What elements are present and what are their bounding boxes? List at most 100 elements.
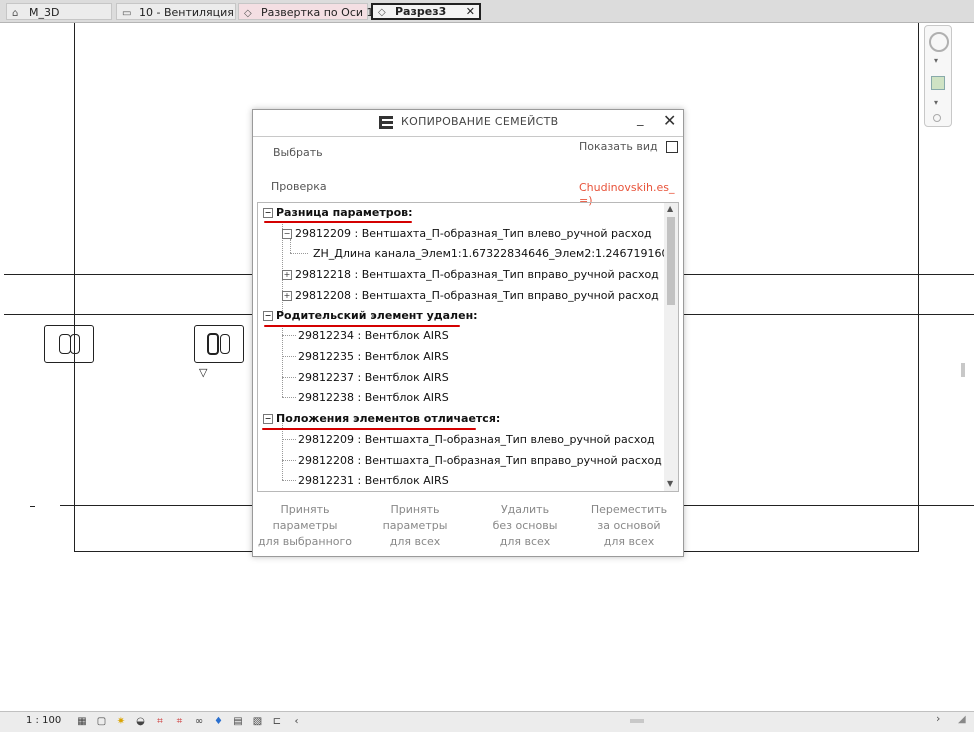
button-label: для выбранного <box>257 535 353 548</box>
results-tree[interactable]: − Разница параметров: −29812209 : Вентшах… <box>257 202 679 492</box>
collapse-icon[interactable]: − <box>263 208 273 218</box>
dialog-title: КОПИРОВАНИЕ СЕМЕЙСТВ <box>401 115 559 128</box>
tree-item-label: 29812235 : Вентблок AIRS <box>298 350 449 363</box>
navigation-bar: ▾ ▾ <box>924 25 952 127</box>
tree-category[interactable]: − Разница параметров: <box>263 203 413 223</box>
sun-path-icon[interactable]: ✷ <box>115 715 127 728</box>
move-with-host-button[interactable]: Переместить за основой для всех <box>579 502 679 550</box>
wall-line <box>918 23 919 551</box>
close-button[interactable]: ✕ <box>663 111 676 130</box>
chevron-left-icon[interactable]: ‹ <box>291 715 303 728</box>
button-label: для всех <box>603 535 655 548</box>
tab-ventilation[interactable]: ▭ 10 - Вентиляция <box>116 3 236 20</box>
tab-section3[interactable]: ◇ Разрез3 ✕ <box>371 3 481 20</box>
dialog-titlebar[interactable]: КОПИРОВАНИЕ СЕМЕЙСТВ <box>253 110 683 134</box>
visual-style-icon[interactable]: ▢ <box>96 715 108 728</box>
plan-view-icon: ▭ <box>122 8 132 19</box>
tree-item[interactable]: 29812208 : Вентшахта_П-образная_Тип впра… <box>298 451 662 471</box>
tree-item-label: ZH_Длина канала_Элем1:1.67322834646_Элем… <box>313 247 679 260</box>
shaft-symbol[interactable] <box>44 325 94 363</box>
tab-label: Разрез3 <box>395 5 447 18</box>
level-marker-icon: ▽ <box>199 366 208 379</box>
tab-label: M_3D <box>29 6 60 19</box>
temporary-hide-icon[interactable]: ∞ <box>193 715 205 728</box>
chevron-down-icon[interactable]: ▾ <box>934 98 938 107</box>
tree-item[interactable]: ZH_Длина канала_Элем1:1.67322834646_Элем… <box>313 244 679 264</box>
collapse-icon[interactable]: − <box>263 311 273 321</box>
detail-level-icon[interactable]: ▦ <box>76 715 88 728</box>
collapse-icon[interactable]: − <box>282 229 292 239</box>
view-tab-bar: ⌂ M_3D ▭ 10 - Вентиляция ◇ Развертка по … <box>0 0 974 23</box>
wall-line <box>74 23 75 551</box>
shaft-symbol[interactable] <box>194 325 244 363</box>
close-icon[interactable]: ✕ <box>466 5 475 19</box>
tree-item[interactable]: 29812209 : Вентшахта_П-образная_Тип влев… <box>298 430 655 450</box>
scroll-thumb[interactable] <box>961 363 965 377</box>
zoom-icon[interactable] <box>931 76 945 90</box>
crop-view-icon[interactable]: ⌗ <box>154 715 166 728</box>
button-label: за основой <box>597 519 661 532</box>
delete-without-host-button[interactable]: Удалить без основы для всех <box>475 502 575 550</box>
accept-params-all-button[interactable]: Принять параметры для всех <box>365 502 465 550</box>
analytical-model-icon[interactable]: ▧ <box>252 715 264 728</box>
tree-item-label: 29812237 : Вентблок AIRS <box>298 371 449 384</box>
expand-icon[interactable]: + <box>282 291 292 301</box>
tree-item[interactable]: +29812218 : Вентшахта_П-образная_Тип впр… <box>282 265 659 285</box>
reveal-hidden-icon[interactable]: ♦ <box>213 715 225 728</box>
shadows-icon[interactable]: ◒ <box>135 715 147 728</box>
tab-label: Развертка по Оси 1 <box>261 6 374 19</box>
tree-category[interactable]: − Родительский элемент удален: <box>263 306 478 326</box>
red-underline <box>264 221 412 223</box>
chevron-down-icon[interactable]: ▼ <box>667 479 673 488</box>
tree-item[interactable]: 29812238 : Вентблок AIRS <box>298 388 449 408</box>
check-button[interactable]: Проверка <box>271 180 327 193</box>
tree-item[interactable]: 29812237 : Вентблок AIRS <box>298 368 449 388</box>
tree-item-label: 29812234 : Вентблок AIRS <box>298 329 449 342</box>
scroll-thumb[interactable] <box>667 217 675 305</box>
worksharing-display-icon[interactable]: ▤ <box>232 715 244 728</box>
minimize-button[interactable]: _ <box>637 112 644 127</box>
tree-item[interactable]: 29812235 : Вентблок AIRS <box>298 347 449 367</box>
resize-grip-icon[interactable]: ◢ <box>958 714 966 725</box>
steering-wheel-icon[interactable] <box>929 32 949 52</box>
button-label: Принять <box>280 503 330 516</box>
button-label: параметры <box>382 519 448 532</box>
chevron-up-icon[interactable]: ▲ <box>667 204 673 213</box>
tree-item-label: 29812209 : Вентшахта_П-образная_Тип влев… <box>298 433 655 446</box>
nav-bar-handle-icon[interactable] <box>933 114 941 122</box>
tab-label: 10 - Вентиляция <box>139 6 234 19</box>
tree-item[interactable]: 29812234 : Вентблок AIRS <box>298 326 449 346</box>
select-button[interactable]: Выбрать <box>273 146 323 159</box>
view-control-bar: 1 : 100 ▦ ▢ ✷ ◒ ⌗ ⌗ ∞ ♦ ▤ ▧ ⊏ ‹ › ◢ <box>0 711 974 732</box>
view-controls: ▦ ▢ ✷ ◒ ⌗ ⌗ ∞ ♦ ▤ ▧ ⊏ ‹ <box>76 714 307 728</box>
tree-item[interactable]: +29812208 : Вентшахта_П-образная_Тип впр… <box>282 286 659 306</box>
chevron-right-icon[interactable]: › <box>936 712 940 725</box>
tree-item-label: 29812218 : Вентшахта_П-образная_Тип впра… <box>295 268 659 281</box>
tree-item[interactable]: 29812231 : Вентблок AIRS <box>298 471 449 491</box>
tab-elevation[interactable]: ◇ Развертка по Оси 1 <box>238 3 374 20</box>
button-label: параметры <box>272 519 338 532</box>
tree-category[interactable]: − Положения элементов отличается: <box>263 409 500 429</box>
show-crop-icon[interactable]: ⌗ <box>174 715 186 728</box>
copy-families-dialog: КОПИРОВАНИЕ СЕМЕЙСТВ _ ✕ Выбрать Показат… <box>252 109 684 557</box>
button-label: Принять <box>390 503 440 516</box>
tab-m-3d[interactable]: ⌂ M_3D <box>6 3 112 20</box>
scale-label[interactable]: 1 : 100 <box>26 715 61 726</box>
horizontal-scrollbar[interactable]: › <box>330 712 945 726</box>
tree-item-label: 29812208 : Вентшахта_П-образная_Тип впра… <box>298 454 662 467</box>
scroll-thumb[interactable] <box>630 719 644 723</box>
tree-item[interactable]: −29812209 : Вентшахта_П-образная_Тип вле… <box>282 224 652 244</box>
constraints-icon[interactable]: ⊏ <box>271 715 283 728</box>
vertical-scrollbar[interactable] <box>956 25 970 705</box>
expand-icon[interactable]: + <box>282 270 292 280</box>
tree-item-label: Разница параметров: <box>276 206 413 219</box>
show-view-checkbox[interactable] <box>666 141 678 153</box>
divider <box>253 136 683 137</box>
collapse-icon[interactable]: − <box>263 414 273 424</box>
show-view-label: Показать вид <box>579 140 658 153</box>
tree-scrollbar[interactable]: ▲ ▼ <box>664 203 678 491</box>
app-logo-icon <box>379 116 393 129</box>
button-label: без основы <box>492 519 558 532</box>
accept-params-selected-button[interactable]: Принять параметры для выбранного <box>255 502 355 550</box>
chevron-down-icon[interactable]: ▾ <box>934 56 938 65</box>
